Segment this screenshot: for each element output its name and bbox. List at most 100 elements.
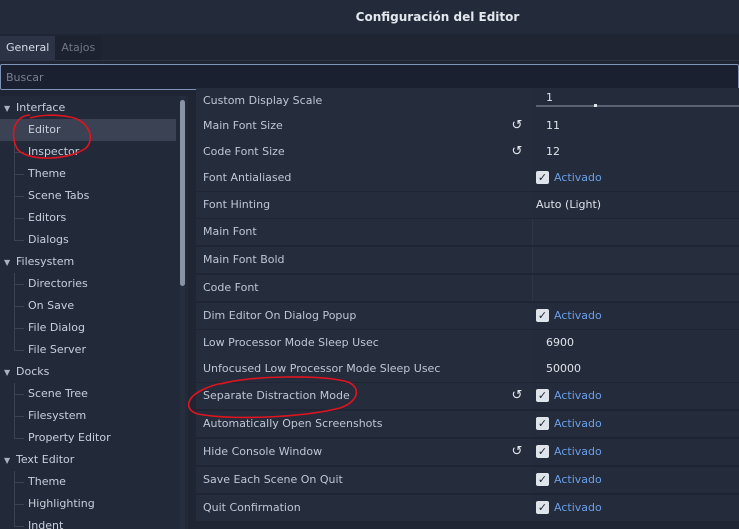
tree-item[interactable]: Dialogs — [0, 229, 176, 251]
tab-atajos[interactable]: Atajos — [55, 36, 102, 60]
collapse-arrow-icon[interactable]: ▼ — [4, 98, 16, 120]
tree-section[interactable]: ▼ Docks — [0, 361, 176, 383]
tree-section-label: Filesystem — [16, 255, 75, 268]
slider-handle[interactable] — [594, 104, 597, 107]
tab-general[interactable]: General — [0, 36, 56, 60]
property-checkbox[interactable]: ✓ Activado — [532, 495, 739, 521]
property-name: Automatically Open Screenshots — [196, 411, 532, 437]
property-checkbox[interactable]: ✓ Activado — [532, 303, 739, 329]
search-box[interactable] — [0, 64, 739, 90]
property-list: Custom Display Scale 1 Main Font Size ↺ 11 Co… — [196, 88, 739, 529]
revert-icon[interactable]: ↺ — [510, 389, 524, 403]
tab-bar: General Atajos — [0, 36, 102, 60]
tree-item[interactable]: File Server — [0, 339, 176, 361]
tree-item[interactable]: Indent — [0, 515, 176, 529]
tree-item[interactable]: Filesystem — [0, 405, 176, 427]
tree-guide-line — [14, 119, 15, 240]
checkbox-checked-icon[interactable]: ✓ — [536, 444, 549, 458]
property-row: Main Font — [196, 219, 739, 245]
checkbox-label: Activado — [554, 309, 602, 322]
property-row: Main Font Bold — [196, 247, 739, 273]
collapse-arrow-icon[interactable]: ▼ — [4, 450, 16, 472]
property-row: Low Processor Mode Sleep Usec 6900 — [196, 330, 739, 356]
tree-item[interactable]: Scene Tabs — [0, 185, 176, 207]
tree-connector — [14, 174, 24, 175]
property-row: Font Antialiased ✓ Activado — [196, 165, 739, 191]
checkbox-checked-icon[interactable]: ✓ — [536, 308, 549, 322]
property-number-input[interactable]: 6900 — [532, 330, 739, 356]
tree-guide-line — [14, 273, 15, 350]
tree-section[interactable]: ▼ Text Editor — [0, 449, 176, 471]
revert-icon[interactable]: ↺ — [510, 445, 524, 459]
property-name: Font Hinting — [196, 192, 532, 218]
property-resource-picker[interactable] — [532, 219, 739, 245]
property-row: Quit Confirmation ✓ Activado — [196, 495, 739, 521]
property-row: Unfocused Low Processor Mode Sleep Usec 5… — [196, 356, 739, 382]
property-checkbox[interactable]: ✓ Activado — [532, 439, 739, 465]
property-number-input[interactable]: 11 — [532, 113, 739, 139]
collapse-arrow-icon[interactable]: ▼ — [4, 362, 16, 384]
tree-section[interactable]: ▼ Filesystem — [0, 251, 176, 273]
tree-item[interactable]: On Save — [0, 295, 176, 317]
tree-connector — [14, 306, 24, 307]
checkbox-checked-icon[interactable]: ✓ — [536, 472, 549, 486]
checkbox-checked-icon[interactable]: ✓ — [536, 416, 549, 430]
tree-item[interactable]: File Dialog — [0, 317, 176, 339]
checkbox-checked-icon[interactable]: ✓ — [536, 388, 549, 402]
property-number-input[interactable]: 12 — [532, 139, 739, 165]
property-dropdown[interactable]: Auto (Light) — [532, 192, 739, 218]
property-checkbox[interactable]: ✓ Activado — [532, 467, 739, 493]
tree-item[interactable]: Property Editor — [0, 427, 176, 449]
tree-connector — [14, 438, 24, 439]
checkbox-checked-icon[interactable]: ✓ — [536, 500, 549, 514]
tree-connector — [14, 504, 24, 505]
tree-section-label: Interface — [16, 101, 66, 114]
tree-connector — [14, 196, 24, 197]
revert-icon[interactable]: ↺ — [510, 119, 524, 133]
property-name: Main Font — [196, 219, 532, 245]
property-name: Code Font Size — [196, 139, 532, 165]
tree-item[interactable]: Scene Tree — [0, 383, 176, 405]
tree-connector — [14, 526, 24, 527]
tree-item[interactable]: Theme — [0, 471, 176, 493]
tree-item[interactable]: Inspector — [0, 141, 176, 163]
property-slider[interactable]: 1 — [532, 88, 739, 114]
revert-icon[interactable]: ↺ — [510, 145, 524, 159]
property-row: Main Font Size ↺ 11 — [196, 113, 739, 139]
tree-section[interactable]: ▼ Interface — [0, 97, 176, 119]
tree-item[interactable]: Highlighting — [0, 493, 176, 515]
property-row: Font Hinting Auto (Light) — [196, 192, 739, 218]
property-row: Separate Distraction Mode ↺ ✓ Activado — [196, 383, 739, 409]
tree-item[interactable]: Editors — [0, 207, 176, 229]
property-checkbox[interactable]: ✓ Activado — [532, 383, 739, 409]
property-checkbox[interactable]: ✓ Activado — [532, 165, 739, 191]
property-resource-picker[interactable] — [532, 275, 739, 301]
property-name: Dim Editor On Dialog Popup — [196, 303, 532, 329]
tree-scrollbar-thumb[interactable] — [180, 100, 185, 286]
settings-tree: ▼ Interface Editor Inspector Theme Scene Tabs… — [0, 96, 188, 529]
property-name: Main Font Bold — [196, 247, 532, 273]
checkbox-label: Activado — [554, 171, 602, 184]
tree-item[interactable]: Theme — [0, 163, 176, 185]
tree-connector — [14, 152, 24, 153]
property-name: Main Font Size — [196, 113, 532, 139]
property-name: Low Processor Mode Sleep Usec — [196, 330, 532, 356]
checkbox-label: Activado — [554, 417, 602, 430]
collapse-arrow-icon[interactable]: ▼ — [4, 252, 16, 274]
property-name: Custom Display Scale — [196, 88, 532, 114]
checkbox-checked-icon[interactable]: ✓ — [536, 170, 549, 184]
tree-item[interactable]: Directories — [0, 273, 176, 295]
tree-section-label: Docks — [16, 365, 50, 378]
tree-connector — [14, 284, 24, 285]
property-row: Custom Display Scale 1 — [196, 88, 739, 114]
tab-divider — [0, 60, 739, 61]
property-name: Quit Confirmation — [196, 495, 532, 521]
slider-track[interactable] — [536, 105, 739, 107]
search-input[interactable] — [1, 65, 738, 89]
property-row: Dim Editor On Dialog Popup ✓ Activado — [196, 303, 739, 329]
property-number-input[interactable]: 50000 — [532, 356, 739, 382]
property-resource-picker[interactable] — [532, 247, 739, 273]
tree-item[interactable]: Editor — [0, 119, 176, 141]
tree-connector — [14, 240, 24, 241]
property-checkbox[interactable]: ✓ Activado — [532, 411, 739, 437]
